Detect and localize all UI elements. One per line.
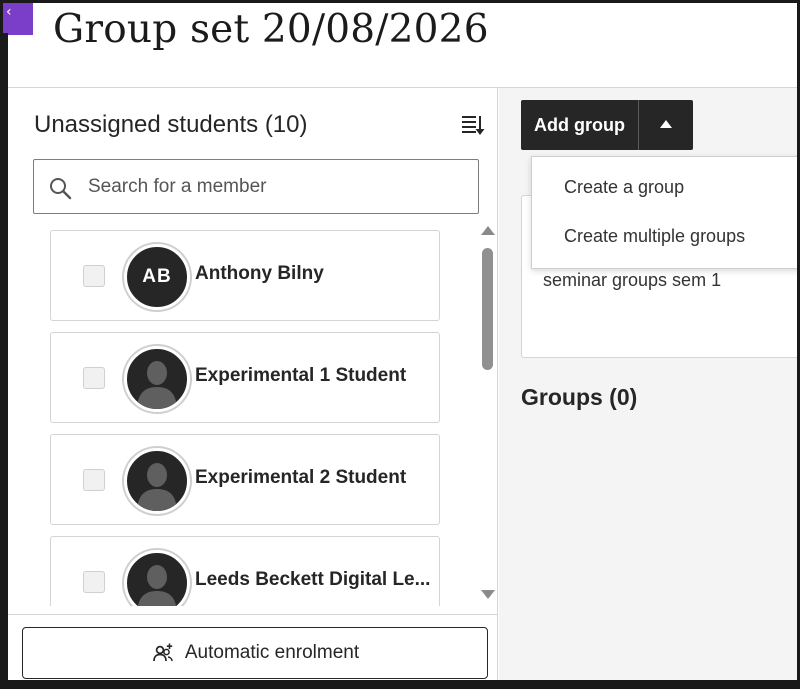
groups-panel: Add group seminar groups sem 1 Create a … <box>499 88 797 686</box>
sort-icon[interactable] <box>460 112 486 138</box>
add-group-dropdown-menu: Create a group Create multiple groups <box>531 156 797 269</box>
student-checkbox[interactable] <box>83 469 105 491</box>
list-scrollbar[interactable] <box>479 226 497 606</box>
avatar-initials: AB <box>142 266 172 287</box>
unassigned-title: Unassigned students (10) <box>34 111 308 138</box>
student-checkbox[interactable] <box>83 367 105 389</box>
scroll-thumb[interactable] <box>482 248 493 370</box>
student-card[interactable]: AB Anthony Bilny <box>50 230 440 321</box>
menu-item-create-multiple-groups[interactable]: Create multiple groups <box>564 226 745 247</box>
avatar: AB <box>124 244 190 310</box>
student-checkbox[interactable] <box>83 265 105 287</box>
person-silhouette-icon <box>137 463 177 511</box>
back-tab[interactable]: ‹ <box>3 3 33 35</box>
scroll-up-arrow-icon[interactable] <box>481 226 495 235</box>
groups-title: Groups (0) <box>521 384 638 410</box>
student-name: Experimental 1 Student <box>195 365 407 386</box>
search-box <box>33 159 479 214</box>
student-checkbox[interactable] <box>83 571 105 593</box>
automatic-enrolment-label: Automatic enrolment <box>184 642 360 663</box>
search-input[interactable] <box>88 160 468 213</box>
student-list: AB Anthony Bilny Experimental 1 Student <box>8 226 498 606</box>
automatic-enrolment-button[interactable]: Automatic enrolment <box>22 627 488 679</box>
unassigned-panel: Unassigned students (10) AB Anthony Biln <box>8 88 498 686</box>
groupset-text: seminar groups sem 1 <box>543 270 722 290</box>
student-card[interactable]: Experimental 2 Student <box>50 434 440 525</box>
person-silhouette-icon <box>137 361 177 409</box>
student-card[interactable]: Experimental 1 Student <box>50 332 440 423</box>
person-silhouette-icon <box>137 565 177 606</box>
student-name: Leeds Beckett Digital Le... <box>195 569 431 590</box>
back-chevron-icon: ‹ <box>6 4 12 20</box>
student-name: Anthony Bilny <box>195 263 324 284</box>
footer-divider <box>8 614 498 615</box>
search-icon <box>50 178 72 200</box>
menu-item-create-a-group[interactable]: Create a group <box>564 177 684 198</box>
window-frame: ‹ Group set 20/08/2026 Unassigned studen… <box>0 0 800 689</box>
student-card[interactable]: Leeds Beckett Digital Le... <box>50 536 440 606</box>
add-group-button[interactable]: Add group <box>521 100 638 150</box>
avatar <box>124 550 190 606</box>
student-name: Experimental 2 Student <box>195 467 407 488</box>
avatar <box>124 448 190 514</box>
add-group-menu-toggle[interactable] <box>638 100 693 150</box>
people-add-icon <box>153 643 173 662</box>
caret-up-icon <box>660 120 672 128</box>
scroll-down-arrow-icon[interactable] <box>481 590 495 599</box>
page-title: Group set 20/08/2026 <box>53 7 489 52</box>
avatar <box>124 346 190 412</box>
